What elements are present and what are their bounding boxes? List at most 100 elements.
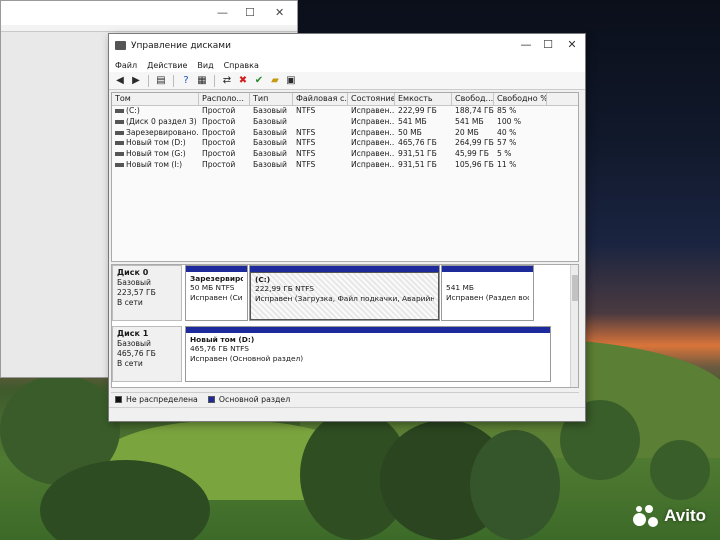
volume-capacity: 222,99 ГБ (398, 106, 437, 115)
menu-view[interactable]: Вид (197, 61, 213, 70)
partition-name: (C:) (255, 275, 271, 284)
volume-type: Базовый (253, 138, 287, 148)
minimize-icon[interactable]: — (217, 6, 228, 19)
folder-icon[interactable]: ▰ (268, 74, 282, 88)
table-row[interactable]: Новый том (I:) Простой Базовый NTFS Испр… (112, 160, 578, 171)
disk-size: 223,57 ГБ (117, 288, 156, 297)
column-status[interactable]: Состояние (348, 93, 395, 105)
help-icon[interactable]: ? (179, 74, 193, 88)
volume-free-percent: 85 % (497, 106, 517, 115)
volume-status: Исправен... (351, 138, 395, 148)
volume-status: Исправен... (351, 149, 395, 159)
menu-action[interactable]: Действие (147, 61, 187, 70)
column-filesystem[interactable]: Файловая с... (293, 93, 348, 105)
partition-size: 50 МБ NTFS (190, 283, 235, 293)
volume-capacity: 931,51 ГБ (398, 159, 437, 169)
menu-help[interactable]: Справка (224, 61, 259, 70)
disk-0: Диск 0 Базовый 223,57 ГБ В сети Зарезерв… (112, 265, 552, 321)
disk-size: 465,76 ГБ (117, 349, 156, 358)
volume-free: 541 МБ (455, 116, 484, 126)
table-row[interactable]: (Диск 0 раздел 3) Простой Базовый Исправ… (112, 117, 578, 128)
volume-status: Исправен... (351, 127, 395, 137)
volume-type: Базовый (253, 149, 287, 159)
volume-filesystem: NTFS (296, 106, 316, 115)
volume-name: Новый том (D:) (126, 138, 186, 148)
table-row[interactable]: Новый том (G:) Простой Базовый NTFS Испр… (112, 149, 578, 160)
volume-filesystem (293, 117, 348, 128)
disk-name: Диск 0 (117, 268, 149, 277)
disk-management-icon (115, 41, 126, 50)
forward-arrow-icon[interactable]: ▶ (129, 74, 143, 88)
volume-name: (C:) (126, 106, 140, 115)
volume-free: 20 МБ (455, 127, 479, 137)
drive-icon (115, 119, 124, 124)
volume-name: (Диск 0 раздел 3) (126, 116, 197, 126)
partition-status: Исправен (Основной раздел) (190, 353, 304, 363)
disk-label[interactable]: Диск 0 Базовый 223,57 ГБ В сети (112, 265, 182, 321)
avito-watermark: Avito (633, 504, 706, 528)
volume-free-percent: 40 % (497, 127, 517, 137)
volume-free-percent: 57 % (497, 138, 517, 148)
maximize-button[interactable]: ☐ (537, 38, 559, 54)
watermark-text: Avito (664, 506, 706, 525)
partition-c[interactable]: (C:) 222,99 ГБ NTFS Исправен (Загрузка, … (249, 265, 440, 321)
volume-free-percent: 11 % (497, 159, 517, 169)
menubar: Файл Действие Вид Справка (109, 58, 585, 72)
volume-status: Исправен... (351, 106, 395, 115)
column-capacity[interactable]: Емкость (395, 93, 452, 105)
volume-free: 105,96 ГБ (455, 159, 494, 169)
partition-recovery[interactable]: 541 МБ Исправен (Раздел восста (441, 265, 534, 321)
toolbar: ◀ ▶ ▤ ? ▦ ⇄ ✖ ✔ ▰ ▣ (109, 72, 585, 90)
close-button[interactable]: ✕ (561, 38, 583, 54)
check-icon[interactable]: ✔ (252, 74, 266, 88)
volume-capacity: 50 МБ (398, 127, 422, 137)
volume-list-header: Том Располо... Тип Файловая с... Состоян… (112, 93, 578, 106)
column-type[interactable]: Тип (250, 93, 293, 105)
maximize-icon[interactable]: ☐ (245, 6, 255, 19)
partition-status: Исправен (Загрузка, Файл подкачки, Авари… (255, 293, 434, 303)
volume-name: Новый том (G:) (126, 149, 186, 159)
volume-layout: Простой (202, 149, 236, 159)
partition-d[interactable]: Новый том (D:) 465,76 ГБ NTFS Исправен (… (185, 326, 551, 382)
partition-reserved[interactable]: Зарезервиров 50 МБ NTFS Исправен (Сис (185, 265, 248, 321)
toolbar-separator (148, 74, 149, 87)
scrollbar-thumb[interactable] (572, 275, 578, 301)
back-arrow-icon[interactable]: ◀ (113, 74, 127, 88)
volume-status: Исправен... (351, 116, 395, 126)
disk-name: Диск 1 (117, 329, 149, 338)
table-row[interactable]: Зарезервировано... Простой Базовый NTFS … (112, 128, 578, 139)
column-free[interactable]: Свобод... (452, 93, 494, 105)
disk-label[interactable]: Диск 1 Базовый 465,76 ГБ В сети (112, 326, 182, 382)
legend: Не распределена Основной раздел (111, 392, 579, 406)
volume-type: Базовый (253, 106, 287, 115)
settings-icon[interactable]: ▣ (284, 74, 298, 88)
primary-partition-swatch (207, 396, 215, 403)
avito-logo-icon (633, 504, 659, 528)
column-layout[interactable]: Располо... (199, 93, 250, 105)
table-row[interactable]: Новый том (D:) Простой Базовый NTFS Испр… (112, 138, 578, 149)
column-free-percent[interactable]: Свободно % (494, 93, 547, 105)
window-title: Управление дисками (131, 41, 231, 51)
volume-capacity: 541 МБ (398, 116, 427, 126)
properties-icon[interactable]: ▦ (195, 74, 209, 88)
disk-map-scrollbar[interactable] (570, 265, 578, 387)
disk-map: Диск 0 Базовый 223,57 ГБ В сети Зарезерв… (111, 264, 579, 388)
volume-type: Базовый (253, 116, 287, 126)
delete-icon[interactable]: ✖ (236, 74, 250, 88)
connect-icon[interactable]: ⇄ (220, 74, 234, 88)
background-window-titlebar: — ☐ ✕ (1, 1, 297, 25)
menu-file[interactable]: Файл (115, 61, 137, 70)
toolbar-separator (173, 74, 174, 87)
disk-type: Базовый (117, 278, 151, 287)
volume-filesystem: NTFS (296, 138, 316, 148)
table-row[interactable]: (C:) Простой Базовый NTFS Исправен... 22… (112, 106, 578, 117)
column-volume[interactable]: Том (112, 93, 199, 105)
tree (650, 440, 710, 500)
list-view-icon[interactable]: ▤ (154, 74, 168, 88)
close-icon[interactable]: ✕ (275, 6, 284, 19)
minimize-button[interactable]: — (515, 38, 537, 54)
statusbar (109, 407, 585, 421)
volume-list: Том Располо... Тип Файловая с... Состоян… (111, 92, 579, 262)
drive-icon (115, 152, 124, 157)
drive-icon (115, 141, 124, 146)
